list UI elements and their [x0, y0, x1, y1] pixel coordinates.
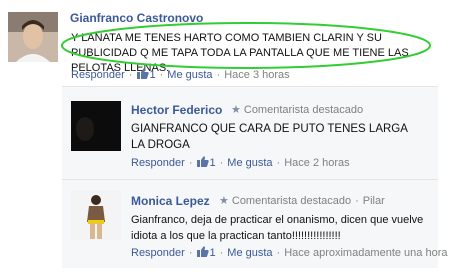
like-link[interactable]: Me gusta	[167, 69, 212, 81]
comment-author[interactable]: Hector Federico	[131, 103, 222, 117]
avatar-photo	[8, 12, 58, 62]
avatar-gianfranco[interactable]	[8, 12, 58, 62]
comment-time: Hace 2 horas	[284, 157, 350, 169]
comment-actions: Responder · 1 · Me gusta · Hace 2 horas	[131, 156, 350, 169]
like-count: 1	[149, 69, 156, 81]
location: Pilar	[362, 195, 385, 207]
star-icon: ★	[231, 104, 241, 116]
comment-author[interactable]: Monica Lepez	[131, 194, 210, 208]
avatar-photo	[71, 190, 121, 240]
thumbs-up-icon	[136, 68, 149, 79]
comment-text: GIANFRANCO QUE CARA DE PUTO TENES LARGA …	[131, 123, 408, 151]
reply-link[interactable]: Responder	[131, 157, 185, 169]
like-link[interactable]: Me gusta	[227, 157, 272, 169]
comment-actions: Responder · 1 · Me gusta · Hace aproximadament…	[131, 246, 448, 259]
comment-time: Hace 3 horas	[224, 69, 290, 81]
like-count-group[interactable]: 1	[196, 156, 216, 169]
avatar-monica[interactable]	[71, 190, 121, 240]
like-count-group[interactable]: 1	[136, 68, 156, 81]
badge: ★ Comentarista destacado · Pilar	[219, 195, 385, 207]
comment-author[interactable]: Gianfranco Castronovo	[70, 11, 203, 25]
like-link[interactable]: Me gusta	[227, 247, 272, 259]
thumbs-up-icon	[196, 246, 209, 257]
thumbs-up-icon	[196, 156, 209, 167]
like-count: 1	[209, 157, 216, 169]
like-count-group[interactable]: 1	[196, 246, 216, 259]
badge: ★ Comentarista destacado	[231, 103, 363, 116]
comment-actions: Responder · 1 · Me gusta · Hace 3 horas	[71, 68, 290, 81]
badge-label: Comentarista destacado	[243, 104, 364, 116]
comment-text: Gianfranco, deja de practicar el onanism…	[131, 214, 424, 242]
like-count: 1	[209, 247, 216, 259]
reply-link[interactable]: Responder	[131, 247, 185, 259]
divider	[62, 179, 438, 180]
avatar-hector[interactable]	[71, 101, 121, 151]
comment-time: Hace aproximadamente una hora	[284, 247, 448, 259]
reply-link[interactable]: Responder	[71, 69, 125, 81]
avatar-photo	[71, 101, 121, 151]
badge-label: Comentarista destacado	[231, 195, 352, 207]
star-icon: ★	[219, 195, 229, 207]
